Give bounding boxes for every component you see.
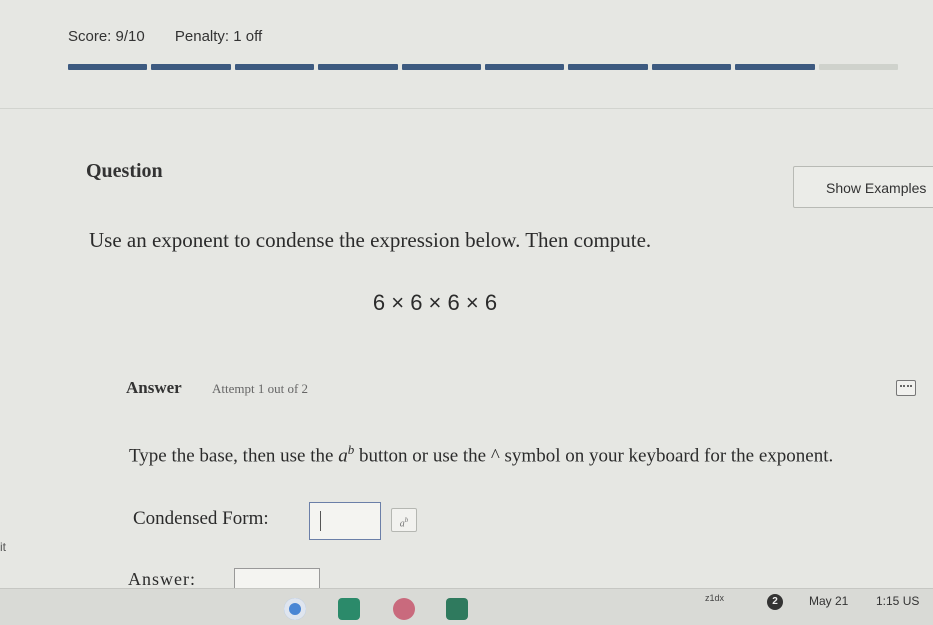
- taskbar-date[interactable]: May 21: [809, 594, 848, 608]
- tray-icon[interactable]: z1dx: [705, 593, 724, 603]
- exponent-button[interactable]: ab: [391, 508, 417, 532]
- notification-badge[interactable]: 2: [767, 594, 783, 610]
- progress-segment: [68, 64, 148, 70]
- progress-segment: [318, 64, 398, 70]
- show-examples-button[interactable]: Show Examples: [793, 166, 933, 208]
- condensed-form-label: Condensed Form:: [133, 508, 269, 529]
- attempt-counter: Attempt 1 out of 2: [212, 381, 309, 396]
- condensed-form-input[interactable]: [309, 502, 381, 540]
- question-heading: Question: [86, 160, 163, 182]
- answer-heading: Answer: [126, 378, 182, 397]
- taskbar-time[interactable]: 1:15 US: [876, 594, 919, 608]
- progress-segment: [651, 64, 732, 70]
- score-text: Score: 9/10: [68, 28, 145, 45]
- instruction-text-2: button or use the ^ symbol on your keybo…: [354, 445, 834, 467]
- progress-segment: [234, 64, 315, 70]
- progress-segment: [735, 64, 815, 70]
- answer-instructions: Type the base, then use the ab button or…: [129, 434, 909, 472]
- files-icon[interactable]: [446, 598, 468, 620]
- instruction-text-1: Type the base, then use the: [129, 445, 339, 467]
- game-icon[interactable]: [393, 598, 415, 620]
- progress-segment: [151, 64, 231, 70]
- divider: [0, 108, 933, 109]
- penalty-text: Penalty: 1 off: [174, 28, 263, 45]
- progress-segment: [818, 64, 899, 70]
- progress-segment: [401, 64, 482, 70]
- progress-bar: [68, 62, 899, 72]
- chrome-icon[interactable]: [284, 598, 306, 620]
- exponent-button-exp: b: [404, 516, 409, 524]
- meet-icon[interactable]: [338, 598, 360, 620]
- progress-segment: [485, 64, 565, 70]
- progress-segment: [568, 64, 648, 70]
- edge-text: it: [0, 540, 6, 554]
- question-prompt: Use an exponent to condense the expressi…: [89, 228, 652, 252]
- calculator-icon[interactable]: [896, 380, 916, 396]
- text-cursor: [320, 511, 321, 531]
- math-expression: 6 × 6 × 6 × 6: [372, 290, 498, 315]
- answer-label: Answer:: [128, 569, 196, 589]
- score-bar: Score: 9/10 Penalty: 1 off: [68, 28, 288, 45]
- instruction-a: a: [338, 445, 348, 467]
